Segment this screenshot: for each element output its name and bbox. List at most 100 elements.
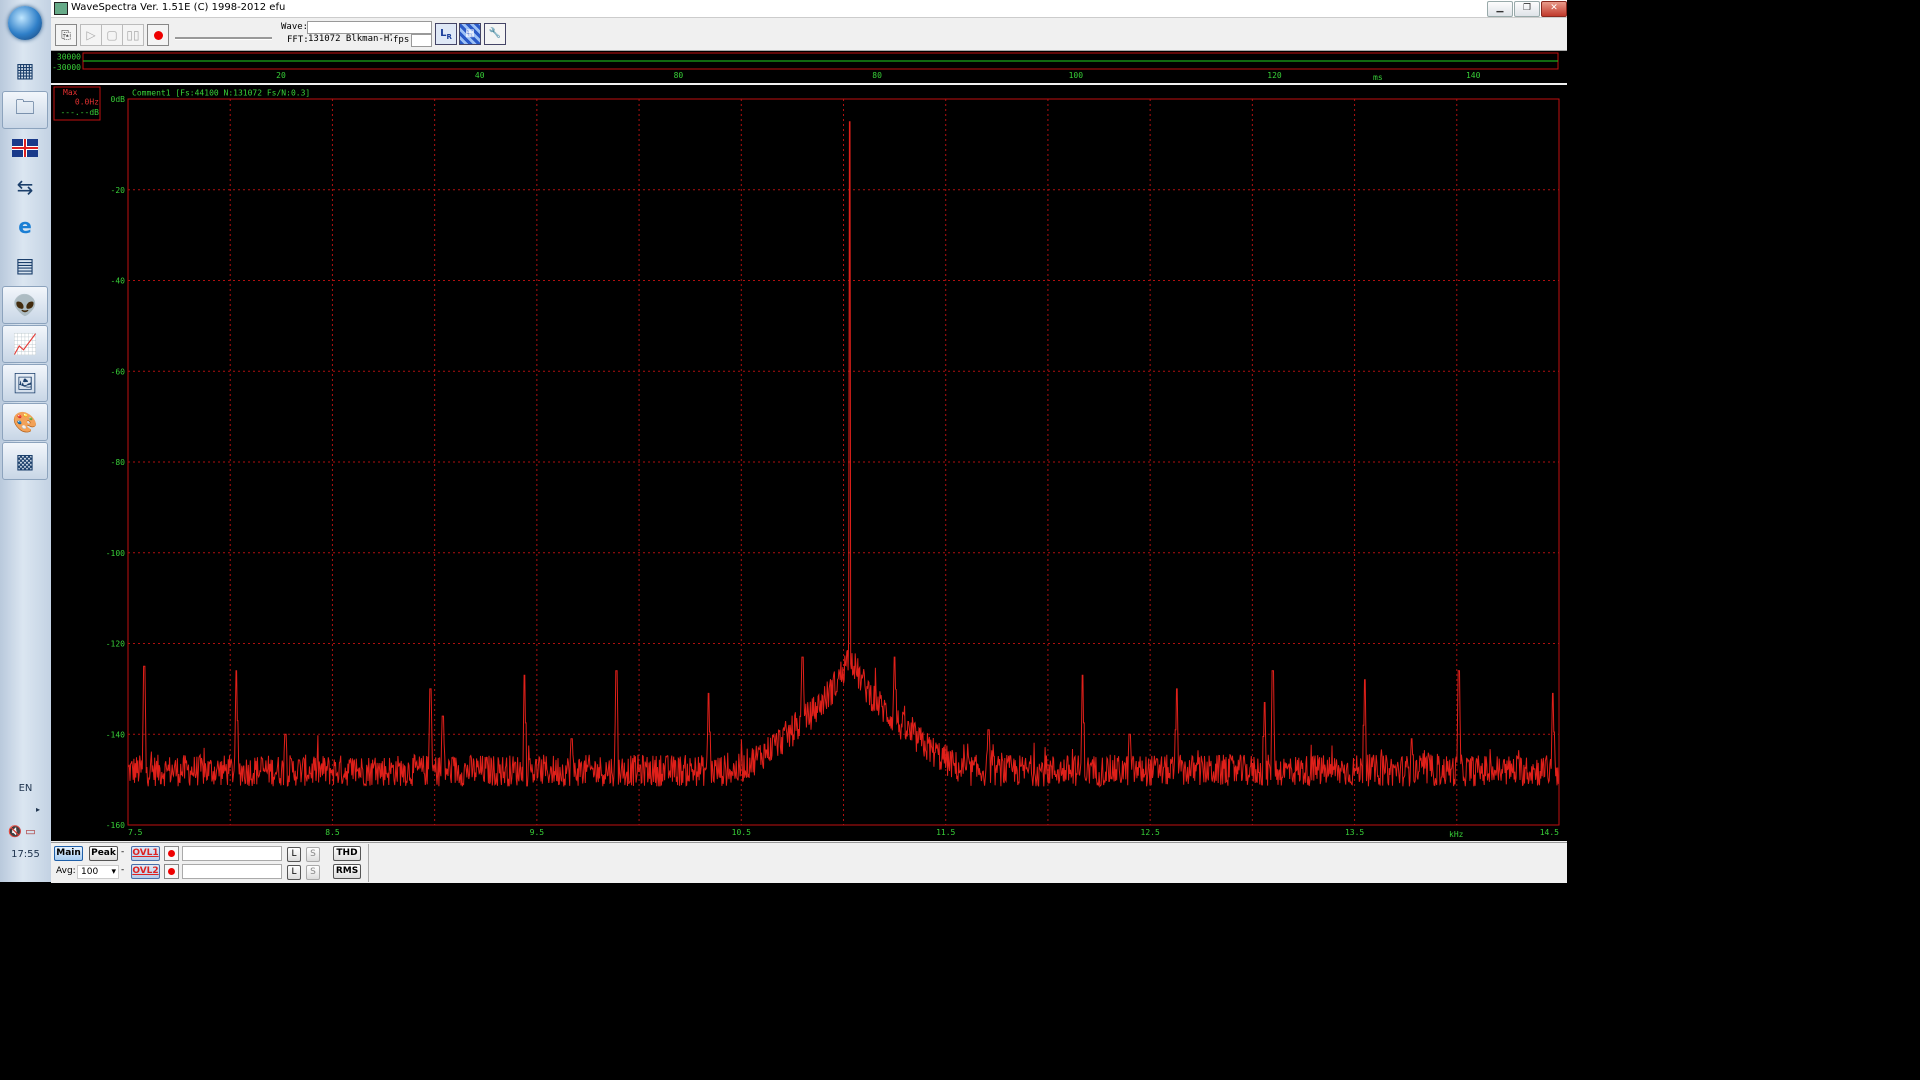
wave-x-unit: ms xyxy=(1373,73,1383,82)
wave-y-bottom-label: -30000 xyxy=(52,63,81,72)
y-tick-label: -160 xyxy=(106,821,125,830)
ovl1-s-button[interactable]: S xyxy=(306,847,320,862)
x-tick-label: 14.5 xyxy=(1540,828,1559,837)
position-slider[interactable] xyxy=(175,31,272,41)
ovl1-l-button[interactable]: L xyxy=(287,847,301,862)
fft-value: 131072 Blkman-H7 xyxy=(308,34,392,44)
rms-button[interactable]: RMS xyxy=(333,864,361,879)
wave-x-tick-label: 80 xyxy=(674,71,684,80)
record-icon xyxy=(153,31,163,40)
x-tick-label: 10.5 xyxy=(732,828,751,837)
spectrum-panel[interactable]: Max 0.0Hz ---.--dB Comment1 [Fs:44100 N:… xyxy=(51,85,1567,841)
dropdown-arrow-icon: ▾ xyxy=(111,867,116,877)
y-tick-label: 0dB xyxy=(111,95,126,104)
wave-x-tick-label: 100 xyxy=(1069,71,1084,80)
y-tick-label: -40 xyxy=(111,277,126,286)
fft-comment: Comment1 [Fs:44100 N:131072 Fs/N:0.3] xyxy=(132,89,310,98)
y-tick-label: -120 xyxy=(106,640,125,649)
spectrum-app-icon[interactable]: 📈 xyxy=(2,325,48,363)
display-settings-icon[interactable]: ▦ xyxy=(459,23,481,45)
record-icon xyxy=(168,850,175,857)
wave-label: Wave: xyxy=(281,22,309,32)
y-tick-label: -140 xyxy=(106,730,125,739)
play-icon[interactable]: ▷ xyxy=(80,24,102,46)
x-tick-label: 8.5 xyxy=(325,828,340,837)
x-tick-label: 11.5 xyxy=(936,828,955,837)
record-button[interactable] xyxy=(147,24,169,46)
fps-field xyxy=(411,34,432,47)
uk-flag-icon[interactable] xyxy=(2,130,48,166)
ovl1-record-button[interactable] xyxy=(164,846,179,861)
avg-label: Avg: xyxy=(56,866,76,876)
dash-separator-1: - xyxy=(121,847,125,857)
max-db: ---.--dB xyxy=(60,108,99,117)
ovl1-button[interactable]: OVL1 xyxy=(131,846,160,861)
wave-x-tick-label: 80 xyxy=(872,71,882,80)
max-label: Max xyxy=(63,88,78,97)
ovl2-field[interactable] xyxy=(182,864,282,879)
record-icon xyxy=(168,868,175,875)
wave-y-top-label: 30000 xyxy=(57,53,81,62)
stop-icon[interactable]: ▢ xyxy=(101,24,123,46)
y-tick-label: -80 xyxy=(111,458,126,467)
wavespectra-window: WaveSpectra Ver. 1.51E (C) 1998-2012 efu… xyxy=(51,0,1567,883)
settings-wrench-icon[interactable]: 🔧 xyxy=(484,23,506,45)
folder-icon[interactable]: 🗀 xyxy=(2,91,48,129)
calculator-icon[interactable]: ▦ xyxy=(2,52,48,88)
y-tick-label: -100 xyxy=(106,549,125,558)
title-bar: WaveSpectra Ver. 1.51E (C) 1998-2012 efu… xyxy=(51,0,1567,18)
waveform-panel[interactable]: 30000 -30000 20 40 80 80 100 120 140 ms xyxy=(51,51,1567,83)
wave-x-tick-label: 140 xyxy=(1466,71,1481,80)
max-freq: 0.0Hz xyxy=(75,98,99,107)
x-tick-label: 7.5 xyxy=(128,828,143,837)
wave-x-tick-label: 40 xyxy=(475,71,485,80)
tray-clock[interactable]: 17:55 xyxy=(0,849,51,860)
bottom-controls: Main Peak - OVL1 L S THD Avg: 100 ▾ - OVL… xyxy=(51,842,1567,883)
start-orb-icon[interactable] xyxy=(8,6,42,40)
dash-separator-2: - xyxy=(121,865,125,875)
fft-label: FFT: xyxy=(287,35,309,45)
language-indicator[interactable]: EN xyxy=(0,783,51,794)
tray-expand-icon[interactable]: ▸ xyxy=(36,805,40,814)
x-tick-label: 12.5 xyxy=(1141,828,1160,837)
avg-select[interactable]: 100 ▾ xyxy=(77,865,119,879)
ovl2-l-button[interactable]: L xyxy=(287,865,301,880)
panel-divider xyxy=(368,844,369,882)
x-tick-label: 13.5 xyxy=(1345,828,1364,837)
open-file-icon[interactable]: ⎘ xyxy=(55,24,77,46)
waveform-svg: 30000 -30000 20 40 80 80 100 120 140 ms xyxy=(52,52,1559,82)
ovl1-field[interactable] xyxy=(182,846,282,861)
app-icon[interactable] xyxy=(54,2,68,15)
window-title: WaveSpectra Ver. 1.51E (C) 1998-2012 efu xyxy=(71,2,286,13)
ovl2-button[interactable]: OVL2 xyxy=(131,864,160,879)
fft-x-unit: kHz xyxy=(1449,830,1464,839)
spectrum-svg: Max 0.0Hz ---.--dB Comment1 [Fs:44100 N:… xyxy=(53,86,1560,839)
paint-icon[interactable]: 🎨 xyxy=(2,403,48,441)
restore-button[interactable]: ❐ xyxy=(1514,1,1540,17)
close-button[interactable]: ✕ xyxy=(1541,1,1567,17)
picture-viewer-icon[interactable]: 🖼 xyxy=(2,364,48,402)
taskbar: ▦ 🗀 ⇆ e ▤ 👽 📈 🖼 🎨 ▩ EN ▸ 🔇 ▭ 17:55 xyxy=(0,0,52,882)
x-tick-label: 9.5 xyxy=(530,828,545,837)
main-button[interactable]: Main xyxy=(54,846,83,861)
wave-x-tick-label: 20 xyxy=(276,71,286,80)
calc2-icon[interactable]: ▤ xyxy=(2,247,48,283)
wave-field[interactable] xyxy=(307,21,432,34)
wavespectra-icon[interactable]: ▩ xyxy=(2,442,48,480)
transfer-arrows-icon[interactable]: ⇆ xyxy=(2,169,48,205)
ovl2-s-button[interactable]: S xyxy=(306,865,320,880)
y-tick-label: -20 xyxy=(111,186,126,195)
avg-value: 100 xyxy=(81,867,99,877)
ie-icon[interactable]: e xyxy=(2,208,48,244)
peak-button[interactable]: Peak xyxy=(89,846,118,861)
pause-icon[interactable]: ▯▯ xyxy=(122,24,144,46)
wave-x-tick-label: 120 xyxy=(1267,71,1282,80)
toolbar: ⎘ ▷ ▢ ▯▯ Wave: FFT: 131072 Blkman-H7 fps… xyxy=(51,18,1567,51)
tray-volume-icon[interactable]: 🔇 ▭ xyxy=(8,825,36,838)
thd-button[interactable]: THD xyxy=(333,846,361,861)
channel-lr-icon[interactable]: LR xyxy=(435,23,457,45)
alien-icon[interactable]: 👽 xyxy=(2,286,48,324)
ovl2-record-button[interactable] xyxy=(164,864,179,879)
y-tick-label: -60 xyxy=(111,367,126,376)
minimize-button[interactable]: ▁ xyxy=(1487,1,1513,17)
